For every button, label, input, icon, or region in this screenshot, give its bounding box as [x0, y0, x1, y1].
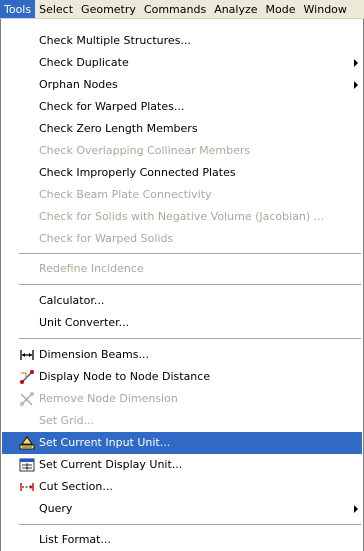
menu-separator [19, 253, 361, 254]
item-label: Set Current Display Unit... [39, 458, 183, 471]
item-label: Calculator... [39, 294, 105, 307]
item-label: List Format... [39, 533, 111, 546]
check-zero-length-members-item[interactable]: Check Zero Length Members [2, 118, 362, 140]
check-beam-plate-connectivity-item: Check Beam Plate Connectivity [2, 184, 362, 206]
check-multiple-structures-item[interactable]: Check Multiple Structures... [2, 30, 362, 52]
check-improperly-connected-plates-item[interactable]: Check Improperly Connected Plates [2, 162, 362, 184]
item-label: Dimension Beams... [39, 348, 149, 361]
item-label: Check Multiple Structures... [39, 34, 191, 47]
item-label: Check for Warped Solids [39, 232, 174, 245]
item-label: Remove Node Dimension [39, 392, 178, 405]
menu-window[interactable]: Window [300, 0, 351, 18]
menu-geometry[interactable]: Geometry [77, 0, 140, 18]
item-label: Check Overlapping Collinear Members [39, 144, 251, 157]
menu-analyze[interactable]: Analyze [210, 0, 261, 18]
item-label: Cut Section... [39, 480, 113, 493]
item-label: Set Current Input Unit... [39, 436, 171, 449]
submenu-arrow-icon [354, 505, 358, 513]
menu-separator [19, 338, 361, 339]
menu-mode[interactable]: Mode [262, 0, 300, 18]
menu-select[interactable]: Select [35, 0, 77, 18]
check-warped-plates-item[interactable]: Check for Warped Plates... [2, 96, 362, 118]
remove-dimension-icon [20, 392, 34, 406]
cut-section-item[interactable]: Cut Section... [2, 476, 362, 498]
check-warped-solids-item: Check for Warped Solids [2, 228, 362, 250]
calculator-item[interactable]: Calculator... [2, 290, 362, 312]
item-label: Display Node to Node Distance [39, 370, 211, 383]
item-label: Redefine Incidence [39, 262, 144, 275]
node-distance-icon [20, 370, 34, 384]
menu-commands[interactable]: Commands [140, 0, 210, 18]
menu-separator [19, 284, 361, 285]
unit-converter-item[interactable]: Unit Converter... [2, 312, 362, 334]
list-format-item[interactable]: List Format... [2, 529, 362, 551]
check-overlapping-collinear-item: Check Overlapping Collinear Members [2, 140, 362, 162]
dimension-beams-icon [20, 350, 34, 360]
input-unit-icon [19, 436, 35, 450]
remove-node-dimension-item: Remove Node Dimension [2, 388, 362, 410]
item-label: Orphan Nodes [39, 78, 118, 91]
submenu-arrow-icon [354, 81, 358, 89]
display-unit-icon [19, 458, 35, 472]
item-label: Check for Solids with Negative Volume (J… [39, 210, 325, 223]
menu-bar: Tools Select Geometry Commands Analyze M… [0, 0, 364, 19]
item-label: Query [39, 502, 73, 515]
item-label: Set Grid... [39, 414, 95, 427]
set-grid-item: Set Grid... [2, 410, 362, 432]
menu-separator [19, 524, 361, 525]
check-duplicate-item[interactable]: Check Duplicate [2, 52, 362, 74]
redefine-incidence-item: Redefine Incidence [2, 258, 362, 280]
cut-section-icon [20, 483, 34, 491]
set-current-display-unit-item[interactable]: Set Current Display Unit... [2, 454, 362, 476]
orphan-nodes-item[interactable]: Orphan Nodes [2, 74, 362, 96]
query-item[interactable]: Query [2, 498, 362, 520]
dimension-beams-item[interactable]: Dimension Beams... [2, 344, 362, 366]
tools-dropdown-menu: Check Multiple Structures... Check Dupli… [0, 19, 364, 551]
item-label: Check Beam Plate Connectivity [39, 188, 212, 201]
menu-tools[interactable]: Tools [0, 0, 36, 18]
item-label: Unit Converter... [39, 316, 130, 329]
submenu-arrow-icon [354, 59, 358, 67]
item-label: Check Duplicate [39, 56, 129, 69]
item-label: Check for Warped Plates... [39, 100, 185, 113]
check-solids-negative-volume-item: Check for Solids with Negative Volume (J… [2, 206, 362, 228]
item-label: Check Improperly Connected Plates [39, 166, 236, 179]
item-label: Check Zero Length Members [39, 122, 198, 135]
set-current-input-unit-item[interactable]: Set Current Input Unit... [2, 432, 362, 454]
display-node-distance-item[interactable]: Display Node to Node Distance [2, 366, 362, 388]
